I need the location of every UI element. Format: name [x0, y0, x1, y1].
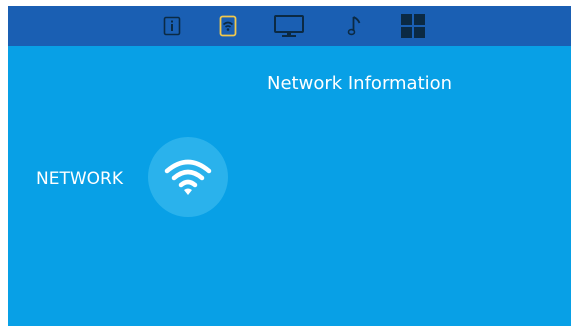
tab-apps[interactable]: [399, 13, 427, 39]
top-tab-bar: [8, 6, 571, 46]
tab-info[interactable]: [162, 13, 182, 39]
info-icon: [163, 16, 181, 36]
screen: Network Information NETWORK: [8, 6, 571, 326]
display-icon: [274, 15, 304, 37]
page-title: Network Information: [267, 73, 453, 94]
wifi-icon: [164, 159, 212, 195]
music-icon: [347, 16, 361, 36]
tab-display[interactable]: [272, 13, 306, 39]
tab-network[interactable]: [217, 13, 239, 39]
apps-icon: [401, 14, 425, 38]
network-section-label: NETWORK: [36, 169, 123, 189]
network-wifi-button[interactable]: [148, 137, 228, 217]
tab-music[interactable]: [345, 13, 365, 39]
network-icon: [219, 15, 237, 37]
